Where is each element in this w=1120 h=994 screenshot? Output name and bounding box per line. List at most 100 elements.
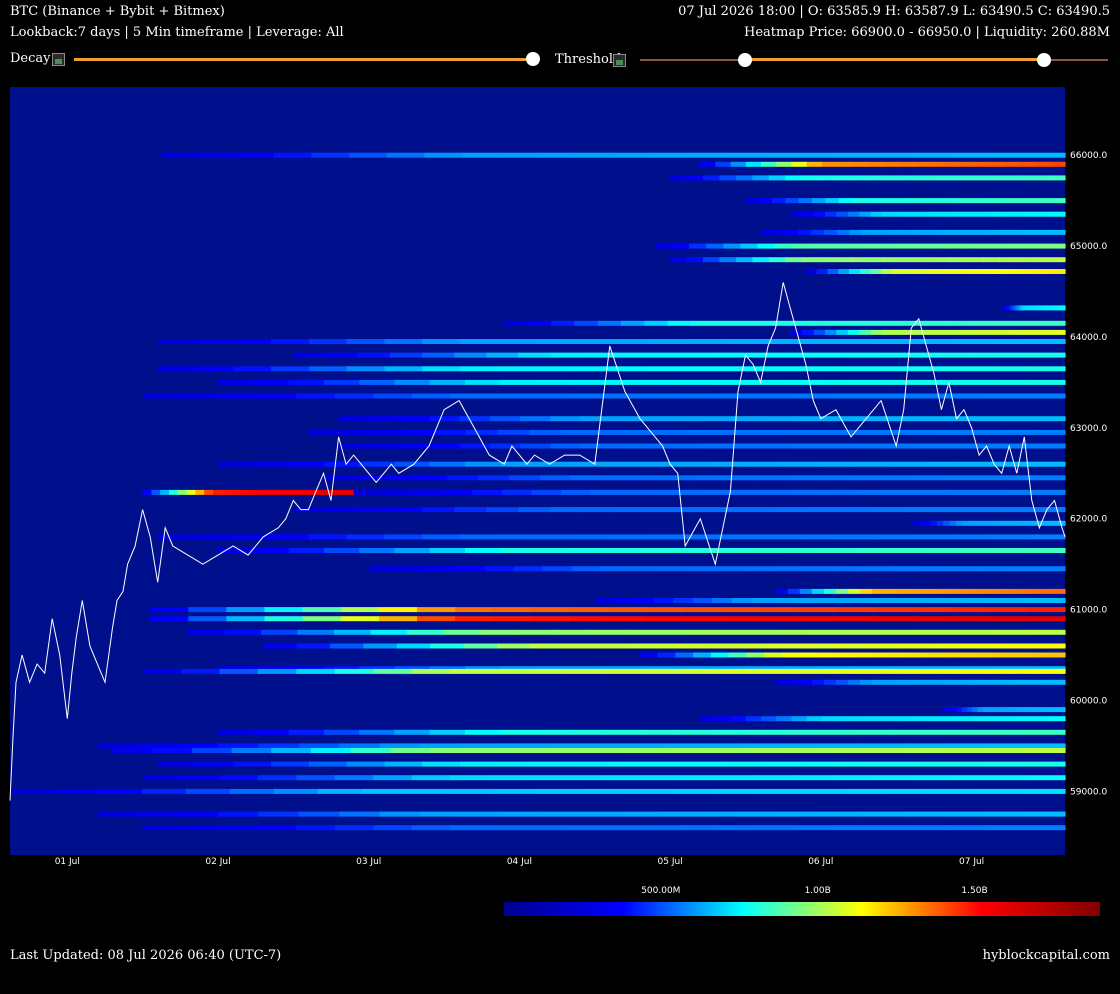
liquidity-band-segment xyxy=(535,548,572,553)
liquidity-band-segment xyxy=(853,443,884,449)
liquidity-band-segment xyxy=(1054,707,1061,713)
liquidity-band-segment xyxy=(640,652,659,658)
liquidity-band-segment xyxy=(535,461,572,467)
liquidity-band-segment xyxy=(718,429,751,435)
liquidity-band-segment xyxy=(888,461,925,467)
liquidity-band-segment xyxy=(853,379,890,385)
liquidity-band-segment xyxy=(806,161,823,167)
y-tick-label: 64000.0 xyxy=(1070,333,1107,343)
liquidity-band-segment xyxy=(851,175,869,181)
liquidity-band-segment xyxy=(931,643,966,649)
liquidity-band-segment xyxy=(787,748,828,753)
liquidity-band-segment xyxy=(318,489,328,495)
liquidity-band-segment xyxy=(1030,329,1043,335)
liquidity-band-segment xyxy=(603,668,643,674)
liquidity-band-segment xyxy=(1024,811,1066,817)
liquidity-band-segment xyxy=(884,175,902,181)
liquidity-band-segment xyxy=(531,607,570,613)
liquidity-band-segment xyxy=(910,475,942,481)
liquidity-band-segment xyxy=(573,366,612,372)
liquidity-band-segment xyxy=(758,198,773,204)
liquidity-band-segment xyxy=(882,161,899,167)
liquidity-band-segment xyxy=(389,507,423,513)
liquidity-band-segment xyxy=(611,534,650,540)
liquidity-band-segment xyxy=(253,379,290,385)
liquidity-band-segment xyxy=(1013,520,1021,526)
liquidity-band-segment xyxy=(300,489,311,495)
liquidity-band-segment xyxy=(948,320,973,326)
liquidity-band-segment xyxy=(641,416,673,422)
liquidity-band-segment xyxy=(796,775,835,781)
liquidity-band-segment xyxy=(757,825,797,831)
threshold-slider-knob-low[interactable] xyxy=(738,53,752,67)
liquidity-band-segment xyxy=(493,616,532,622)
liquidity-band-segment xyxy=(730,716,747,722)
liquidity-band-segment xyxy=(664,643,699,649)
liquidity-band-segment xyxy=(198,152,237,158)
liquidity-band-segment xyxy=(834,652,854,658)
liquidity-band-segment xyxy=(836,329,849,335)
liquidity-band-segment xyxy=(597,320,622,326)
liquidity-band-segment xyxy=(649,761,688,767)
liquidity-band-segment xyxy=(535,339,575,344)
liquidity-band-segment xyxy=(560,429,593,435)
liquidity-band-segment xyxy=(1054,269,1066,274)
liquidity-band-segment xyxy=(323,729,360,735)
liquidity-band-segment xyxy=(768,489,799,495)
liquidity-band-segment xyxy=(1015,175,1033,181)
liquidity-band-segment xyxy=(757,668,797,674)
liquidity-band-segment xyxy=(293,507,327,513)
liquidity-band-segment xyxy=(951,339,990,344)
liquidity-band-segment xyxy=(455,607,494,613)
liquidity-band-segment xyxy=(670,175,688,181)
x-tick-label: 03 Jul xyxy=(356,857,381,867)
threshold-slider-knob-high[interactable] xyxy=(1037,53,1051,67)
liquidity-band-segment xyxy=(1027,534,1066,540)
liquidity-band-segment xyxy=(913,761,953,767)
liquidity-band-segment xyxy=(876,339,915,344)
liquidity-band-segment xyxy=(701,443,733,449)
decay-slider-track[interactable] xyxy=(74,58,534,61)
liquidity-band-segment xyxy=(763,152,802,158)
liquidity-band-segment xyxy=(764,643,799,649)
liquidity-band-segment xyxy=(991,629,1029,635)
liquidity-band-segment xyxy=(835,679,849,685)
liquidity-band-segment xyxy=(849,229,863,235)
decay-label: Decay xyxy=(10,51,51,66)
site-link[interactable]: hyblockcapital.com xyxy=(983,948,1110,964)
liquidity-band-segment xyxy=(982,707,989,713)
liquidity-band-segment xyxy=(1026,668,1066,674)
decay-slider-knob[interactable] xyxy=(526,52,540,66)
liquidity-band-segment xyxy=(811,679,825,685)
liquidity-band-segment xyxy=(516,629,554,635)
liquidity-band-segment xyxy=(1014,229,1028,235)
liquidity-band-segment xyxy=(762,416,794,422)
liquidity-band-segment xyxy=(762,339,801,344)
liquidity-band-segment xyxy=(798,616,837,622)
liquidity-band-segment xyxy=(822,416,854,422)
liquidity-band-segment xyxy=(611,416,642,422)
liquidity-band-segment xyxy=(417,607,456,613)
liquidity-band-segment xyxy=(988,520,996,526)
liquidity-band-segment xyxy=(928,243,947,249)
liquidity-band-segment xyxy=(611,443,642,449)
liquidity-band-segment xyxy=(661,743,703,749)
liquidity-band-segment xyxy=(719,393,759,399)
liquidity-band-segment xyxy=(756,475,788,481)
liquidity-band-segment xyxy=(870,652,889,658)
liquidity-band-segment xyxy=(735,257,753,263)
liquidity-band-segment xyxy=(763,652,783,658)
liquidity-band-segment xyxy=(796,393,835,399)
liquidity-band-segment xyxy=(916,175,934,181)
liquidation-heatmap[interactable]: 59000.0 60000.0 61000.0 62000.0 63000.0 64000… xyxy=(0,80,1120,880)
liquidity-band-segment xyxy=(302,607,342,613)
liquidity-band-segment xyxy=(949,520,957,526)
y-tick-label: 61000.0 xyxy=(1070,606,1107,616)
liquidity-band-segment xyxy=(732,416,763,422)
liquidity-band-segment xyxy=(834,257,852,263)
liquidity-band-segment xyxy=(537,152,576,158)
liquidity-band-segment xyxy=(226,607,266,613)
y-tick-label: 60000.0 xyxy=(1070,697,1107,707)
liquidity-band-segment xyxy=(520,443,552,449)
liquidity-band-segment xyxy=(1039,229,1053,235)
